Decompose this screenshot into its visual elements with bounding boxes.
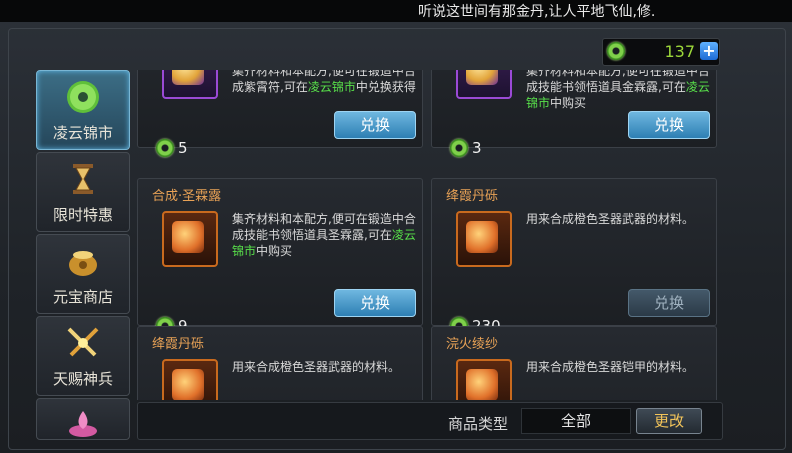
tab-lotus[interactable] [36, 398, 130, 440]
tab-yuanbao-shop[interactable]: 元宝商店 [36, 234, 130, 314]
tab-lingyun-market[interactable]: 凌云锦市 [36, 70, 130, 150]
jade-coin-icon [156, 139, 174, 157]
shop-item-card: 绛霞丹砾 用来合成橙色圣器武器的材料。 [137, 326, 423, 400]
item-icon-box[interactable] [162, 70, 218, 99]
treasure-pot-icon [69, 251, 97, 276]
tab-divine-weapons[interactable]: 天赐神兵 [36, 316, 130, 396]
item-icon-box[interactable] [162, 211, 218, 267]
item-description: 用来合成橙色圣器武器的材料。 [526, 212, 695, 226]
add-currency-button[interactable]: + [700, 42, 718, 60]
tab-label: 凌云锦市 [52, 124, 113, 142]
item-title: 浣火绫纱 [446, 337, 499, 352]
item-icon-box[interactable] [456, 70, 512, 99]
top-bar: 听说这世间有那金丹,让人平地飞仙,修. [0, 0, 792, 23]
fire-silk-icon [466, 369, 498, 400]
exchange-button[interactable]: 兑换 [628, 111, 710, 139]
change-filter-button[interactable]: 更改 [636, 408, 702, 434]
item-title: 绛霞丹砾 [152, 337, 205, 352]
scroll-recipe-icon [172, 221, 204, 253]
currency-display: 137 + [602, 38, 720, 66]
filter-bar: 商品类型 全部 更改 [137, 402, 723, 440]
item-description: 集齐材料和本配方,便可在锻造中合成紫霄符,可在凌云锦市中兑换获得 [232, 70, 416, 94]
fire-gem-icon [466, 221, 498, 253]
item-title: 合成·圣霖露 [152, 189, 222, 204]
shop-item-card: 浣火绫纱 用来合成橙色圣器铠甲的材料。 [431, 326, 717, 400]
item-description: 用来合成橙色圣器铠甲的材料。 [526, 360, 695, 374]
crossed-swords-icon [67, 327, 99, 357]
tab-label: 天赐神兵 [52, 370, 113, 388]
shop-item-card: 绛霞丹砾 用来合成橙色圣器武器的材料。 230 兑换 [431, 178, 717, 335]
item-icon-box[interactable] [162, 359, 218, 400]
scroll-recipe-icon [466, 70, 498, 85]
fire-gem-icon [172, 369, 204, 400]
shop-item-card: 集齐材料和本配方,便可在锻造中合成技能书领悟道具金霖露,可在凌云锦市中购买 3 … [431, 70, 717, 157]
tab-limited-offer[interactable]: 限时特惠 [36, 152, 130, 232]
exchange-button-disabled[interactable]: 兑换 [628, 289, 710, 317]
currency-amount: 137 [664, 42, 695, 61]
jade-coin-icon [67, 81, 99, 113]
item-list[interactable]: 集齐材料和本配方,便可在锻造中合成紫霄符,可在凌云锦市中兑换获得 5 兑换 集齐… [137, 70, 721, 400]
tab-label: 限时特惠 [52, 206, 113, 224]
lotus-icon [69, 411, 97, 437]
item-icon-box[interactable] [456, 359, 512, 400]
item-description: 集齐材料和本配方,便可在锻造中合成技能书领悟道具金霖露,可在凌云锦市中购买 [526, 70, 710, 110]
item-title: 绛霞丹砾 [446, 189, 499, 204]
jade-coin-icon [607, 42, 625, 60]
tab-label: 元宝商店 [52, 288, 113, 306]
shop-item-card: 集齐材料和本配方,便可在锻造中合成紫霄符,可在凌云锦市中兑换获得 5 兑换 [137, 70, 423, 157]
jade-coin-icon [450, 139, 468, 157]
item-description: 集齐材料和本配方,便可在锻造中合成技能书领悟道具圣霖露,可在凌云锦市中购买 [232, 212, 416, 258]
shop-category-nav: 凌云锦市 限时特惠 元宝商店 天赐神兵 [36, 70, 130, 440]
scroll-recipe-icon [172, 70, 204, 85]
item-type-label: 商品类型 [448, 415, 509, 433]
shop-item-card: 合成·圣霖露 集齐材料和本配方,便可在锻造中合成技能书领悟道具圣霖露,可在凌云锦… [137, 178, 423, 335]
item-type-select[interactable]: 全部 [521, 408, 631, 434]
item-icon-box[interactable] [456, 211, 512, 267]
scrolling-announcement: 听说这世间有那金丹,让人平地飞仙,修. [418, 4, 656, 20]
exchange-button[interactable]: 兑换 [334, 111, 416, 139]
exchange-button[interactable]: 兑换 [334, 289, 416, 317]
item-description: 用来合成橙色圣器武器的材料。 [232, 360, 401, 374]
hourglass-icon [73, 164, 93, 194]
